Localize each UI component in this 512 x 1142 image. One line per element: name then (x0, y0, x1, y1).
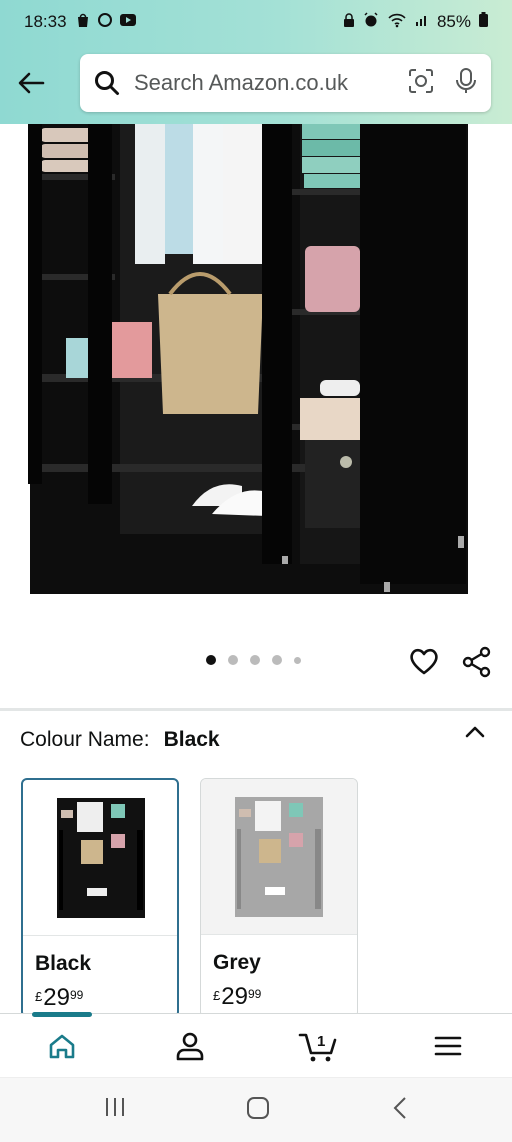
price-currency: £ (35, 989, 43, 1004)
camera-lens-button[interactable] (407, 67, 435, 100)
shopping-bag-icon (75, 12, 91, 33)
price-fraction: 99 (247, 987, 262, 1001)
video-icon (119, 12, 137, 32)
cart-icon: 1 (298, 1033, 337, 1062)
microphone-icon (456, 67, 476, 93)
price-currency: £ (213, 988, 221, 1003)
search-input[interactable]: Search Amazon.co.uk (134, 70, 407, 96)
colour-swatch-grey[interactable]: Grey £2999 (200, 778, 358, 1018)
circle-icon (97, 12, 113, 33)
pagination-dot[interactable] (294, 656, 301, 664)
swatch-name: Black (35, 952, 92, 975)
chevron-left-icon (393, 1097, 406, 1119)
pagination-dot[interactable] (272, 655, 282, 665)
signal-icon (415, 12, 429, 32)
nav-cart[interactable]: 1 (298, 1028, 338, 1064)
cart-count: 1 (317, 1033, 325, 1050)
status-bar: 18:33 85% (0, 0, 512, 44)
nav-home[interactable] (42, 1028, 82, 1064)
pagination-dot[interactable] (206, 655, 216, 665)
camera-scan-icon (409, 68, 433, 93)
search-bar[interactable]: Search Amazon.co.uk (80, 54, 491, 112)
pagination-dot[interactable] (228, 655, 238, 665)
wifi-icon (387, 12, 407, 33)
recent-apps-icon (106, 1098, 124, 1116)
colour-swatch-black[interactable]: Black £2999 (21, 778, 179, 1018)
share-button[interactable] (462, 646, 492, 683)
nav-menu[interactable] (428, 1028, 468, 1064)
pagination-dot[interactable] (250, 655, 260, 665)
product-image[interactable] (0, 124, 512, 614)
colour-selector-header[interactable]: Colour Name: Black (20, 728, 220, 752)
price-whole: 29 (43, 984, 70, 1011)
swatch-price: £2999 (213, 983, 261, 1011)
menu-icon (434, 1036, 462, 1056)
colour-selected-value: Black (163, 728, 220, 751)
swatch-thumbnail (201, 779, 357, 935)
home-icon (49, 1034, 75, 1059)
battery-percent: 85% (436, 12, 471, 31)
recent-apps-button[interactable] (104, 1096, 126, 1123)
home-square-icon (247, 1097, 269, 1119)
account-icon (176, 1032, 204, 1061)
swatch-thumbnail (23, 780, 177, 936)
chevron-up-icon (465, 726, 485, 738)
selected-indicator (32, 1012, 92, 1017)
bottom-nav: 1 (0, 1013, 512, 1077)
system-back-button[interactable] (392, 1096, 408, 1125)
collapse-button[interactable] (464, 724, 486, 745)
price-fraction: 99 (69, 988, 84, 1002)
lock-icon (343, 12, 355, 33)
search-icon (95, 71, 119, 95)
arrow-left-icon (18, 72, 45, 94)
share-icon (462, 646, 491, 678)
image-pagination[interactable] (206, 655, 301, 665)
system-nav-bar (0, 1077, 512, 1142)
wishlist-button[interactable] (408, 646, 440, 681)
battery-icon (479, 12, 488, 32)
price-whole: 29 (221, 983, 248, 1010)
nav-account[interactable] (170, 1028, 210, 1064)
back-button[interactable] (14, 66, 48, 100)
swatch-name: Grey (213, 951, 261, 974)
divider (0, 708, 512, 711)
home-system-button[interactable] (246, 1096, 270, 1125)
header: 18:33 85% Search Amazon.co.uk (0, 0, 512, 124)
heart-icon (410, 648, 438, 675)
colour-label: Colour Name: (20, 728, 150, 751)
swatch-price: £2999 (35, 984, 83, 1012)
status-time: 18:33 (24, 12, 67, 31)
alarm-icon (363, 11, 379, 33)
voice-search-button[interactable] (455, 67, 477, 100)
